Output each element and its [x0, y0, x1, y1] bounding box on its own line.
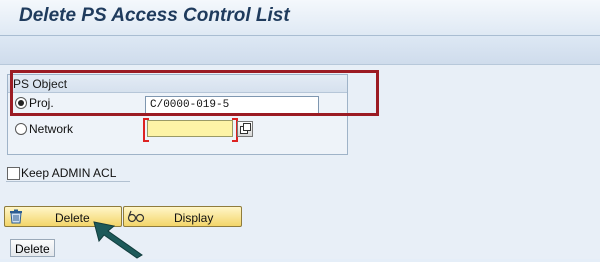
- highlight-box: [10, 70, 379, 116]
- network-label: Network: [29, 122, 74, 136]
- network-input[interactable]: [147, 120, 233, 137]
- pointer-arrow-icon: [92, 220, 144, 262]
- application-toolbar: [0, 36, 600, 65]
- footer-delete-button[interactable]: Delete: [10, 239, 55, 257]
- display-button-label: Display: [174, 211, 214, 225]
- field-underline: [6, 181, 130, 182]
- keep-admin-acl-label: Keep ADMIN ACL: [21, 166, 117, 180]
- trash-icon: [8, 209, 24, 227]
- value-help-icon[interactable]: [237, 121, 253, 137]
- delete-button-label: Delete: [55, 211, 90, 225]
- page-title: Delete PS Access Control List: [19, 5, 290, 26]
- title-bar: Delete PS Access Control List: [0, 0, 600, 36]
- network-radio[interactable]: [15, 123, 27, 135]
- keep-admin-acl-checkbox[interactable]: [7, 167, 20, 180]
